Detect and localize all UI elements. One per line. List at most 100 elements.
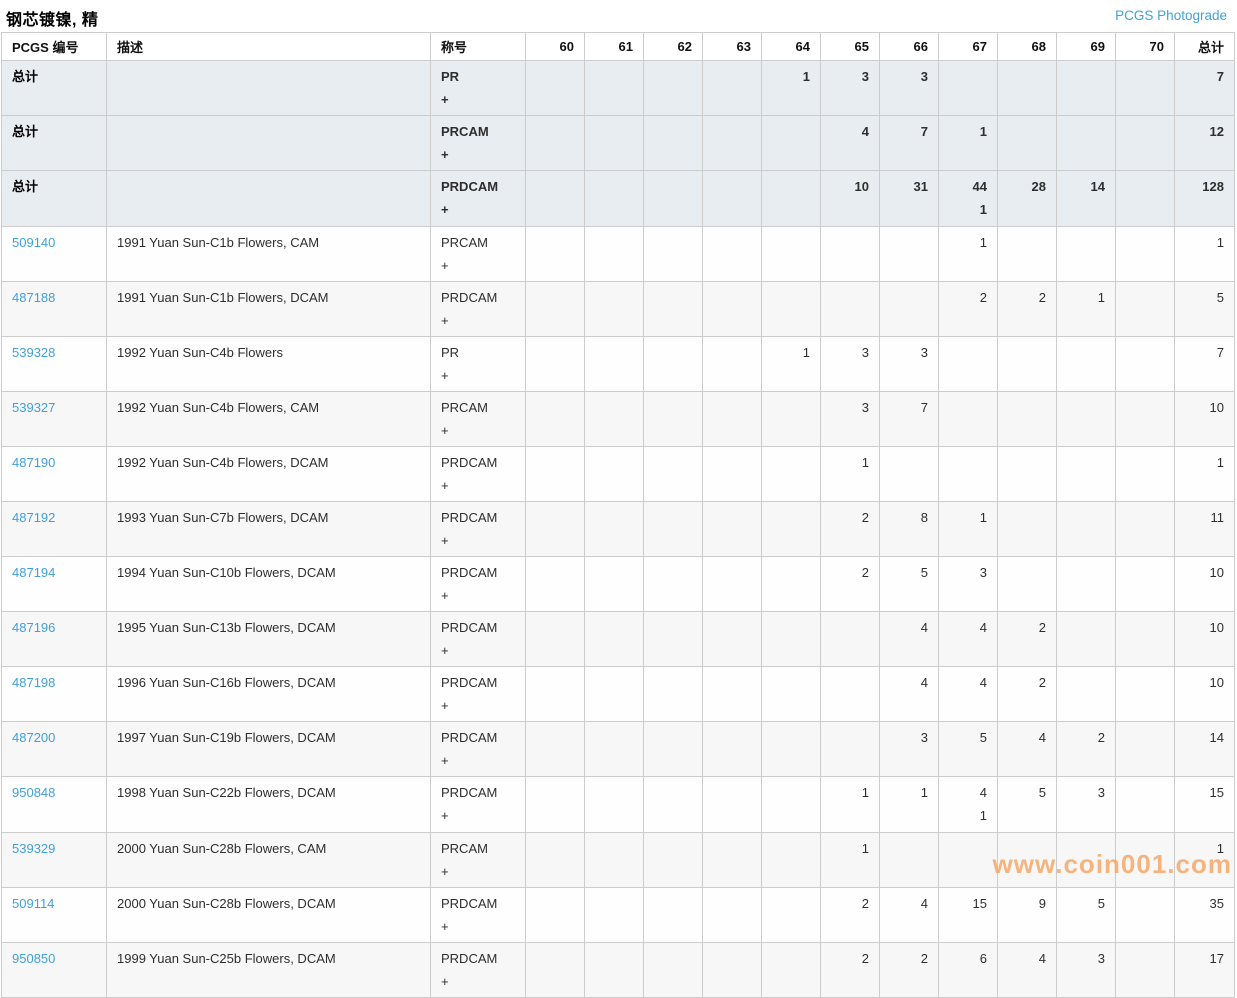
pcgs-number-link[interactable]: 487194 bbox=[12, 565, 55, 580]
pcgs-number-link[interactable]: 950848 bbox=[12, 785, 55, 800]
grade-70-count bbox=[1115, 281, 1175, 337]
grade-66-count: 5 bbox=[879, 556, 939, 612]
pcgs-number-link[interactable]: 539329 bbox=[12, 841, 55, 856]
designation-cell: PRCAM + bbox=[430, 115, 526, 171]
row-total: 15 bbox=[1174, 776, 1235, 833]
grade-61-count bbox=[584, 446, 644, 502]
grade-67-count: 6 bbox=[938, 942, 998, 998]
grade-63-count bbox=[702, 556, 762, 612]
designation-label: PR bbox=[441, 69, 460, 84]
designation-cell: PRDCAM + bbox=[430, 556, 526, 612]
grade-61-count bbox=[584, 832, 644, 888]
grade-66-count: 1 bbox=[879, 776, 939, 833]
coin-description: 1992 Yuan Sun-C4b Flowers bbox=[106, 336, 431, 392]
grade-61-count bbox=[584, 501, 644, 557]
grade-63-count bbox=[702, 721, 762, 777]
grade-64-count bbox=[761, 666, 821, 722]
grade-60-count bbox=[525, 115, 585, 171]
table-row: 539329 2000 Yuan Sun-C28b Flowers, CAM PRC… bbox=[1, 832, 1235, 888]
grade-69-count: 3 bbox=[1056, 776, 1116, 833]
coin-description: 1995 Yuan Sun-C13b Flowers, DCAM bbox=[106, 611, 431, 667]
grade-69-count: 5 bbox=[1056, 887, 1116, 943]
column-header: 62 bbox=[643, 32, 703, 61]
grade-63-count bbox=[702, 60, 762, 116]
total-row-label: 总计 bbox=[12, 124, 39, 139]
grade-67-count: 3 bbox=[938, 556, 998, 612]
grade-63-count bbox=[702, 391, 762, 447]
grade-67-count: 5 bbox=[938, 721, 998, 777]
grade-60-count bbox=[525, 281, 585, 337]
pcgs-number-link[interactable]: 487190 bbox=[12, 455, 55, 470]
pcgs-number-link[interactable]: 509114 bbox=[12, 896, 54, 911]
grade-65-count: 2 bbox=[820, 501, 880, 557]
grade-62-count bbox=[643, 721, 703, 777]
grade-60-count bbox=[525, 501, 585, 557]
grade-67-count bbox=[938, 336, 998, 392]
grade-69-count: 1 bbox=[1056, 281, 1116, 337]
designation-label: PRCAM bbox=[441, 235, 488, 250]
table-row: 950850 1999 Yuan Sun-C25b Flowers, DCAM PR… bbox=[1, 942, 1235, 998]
plus-designation: + bbox=[441, 313, 449, 328]
grade-60-count bbox=[525, 942, 585, 998]
grade-67-count: 1 bbox=[938, 226, 998, 282]
grade-61-count bbox=[584, 336, 644, 392]
pcgs-number-link[interactable]: 487198 bbox=[12, 675, 55, 690]
pcgs-number-link[interactable]: 509140 bbox=[12, 235, 55, 250]
grade-63-count bbox=[702, 776, 762, 833]
plus-designation: + bbox=[441, 808, 449, 823]
grade-64-count bbox=[761, 776, 821, 833]
grade-65-count: 1 bbox=[820, 776, 880, 833]
grade-64-count bbox=[761, 942, 821, 998]
row-total: 5 bbox=[1174, 281, 1235, 337]
grade-62-count bbox=[643, 666, 703, 722]
top-bar: 钢芯镀镍, 精 PCGS Photograde bbox=[0, 0, 1237, 32]
row-id-cell: 950848 bbox=[1, 776, 107, 833]
column-header: 65 bbox=[820, 32, 880, 61]
grade-69-count bbox=[1056, 611, 1116, 667]
grade-67-count bbox=[938, 391, 998, 447]
total-row: 总计 PR +1 3 3 7 bbox=[1, 60, 1235, 116]
pcgs-number-link[interactable]: 487192 bbox=[12, 510, 55, 525]
pcgs-number-link[interactable]: 539327 bbox=[12, 400, 55, 415]
pcgs-number-link[interactable]: 950850 bbox=[12, 951, 55, 966]
grade-60-count bbox=[525, 170, 585, 227]
coin-description: 1991 Yuan Sun-C1b Flowers, DCAM bbox=[106, 281, 431, 337]
row-total: 7 bbox=[1174, 336, 1235, 392]
grade-69-count: 14 bbox=[1056, 170, 1116, 227]
grade-61-count bbox=[584, 942, 644, 998]
pcgs-number-link[interactable]: 487196 bbox=[12, 620, 55, 635]
grade-62-count bbox=[643, 391, 703, 447]
pcgs-number-link[interactable]: 487200 bbox=[12, 730, 55, 745]
pcgs-number-link[interactable]: 487188 bbox=[12, 290, 55, 305]
grade-64-count bbox=[761, 170, 821, 227]
grade-68-count: 4 bbox=[997, 942, 1057, 998]
grade-65-count bbox=[820, 721, 880, 777]
column-header: 68 bbox=[997, 32, 1057, 61]
coin-description: 1993 Yuan Sun-C7b Flowers, DCAM bbox=[106, 501, 431, 557]
photograde-link[interactable]: PCGS Photograde bbox=[1115, 8, 1227, 23]
plus-designation: + bbox=[441, 423, 449, 438]
total-row: 总计 PRDCAM +10 31 44 1 28 14 128 bbox=[1, 170, 1235, 227]
coin-description: 2000 Yuan Sun-C28b Flowers, CAM bbox=[106, 832, 431, 888]
grade-65-count bbox=[820, 226, 880, 282]
grade-67-count bbox=[938, 832, 998, 888]
column-header: 称号 bbox=[430, 32, 526, 61]
grade-60-count bbox=[525, 776, 585, 833]
row-total: 1 bbox=[1174, 832, 1235, 888]
designation-label: PRDCAM bbox=[441, 620, 498, 635]
grade-66-count bbox=[879, 446, 939, 502]
table-row: 509140 1991 Yuan Sun-C1b Flowers, CAM PRCA… bbox=[1, 226, 1235, 282]
designation-label: PRDCAM bbox=[441, 455, 498, 470]
table-row: 487194 1994 Yuan Sun-C10b Flowers, DCAM PR… bbox=[1, 556, 1235, 612]
grade-61-count bbox=[584, 666, 644, 722]
grade-68-count bbox=[997, 336, 1057, 392]
designation-label: PRDCAM bbox=[441, 951, 498, 966]
designation-label: PRCAM bbox=[441, 400, 488, 415]
plus-designation: + bbox=[441, 643, 449, 658]
grade-65-count: 1 bbox=[820, 446, 880, 502]
plus-designation: + bbox=[441, 864, 449, 879]
grade-65-count: 3 bbox=[820, 60, 880, 116]
pcgs-number-link[interactable]: 539328 bbox=[12, 345, 55, 360]
table-row: 487198 1996 Yuan Sun-C16b Flowers, DCAM PR… bbox=[1, 666, 1235, 722]
row-id-cell: 509140 bbox=[1, 226, 107, 282]
